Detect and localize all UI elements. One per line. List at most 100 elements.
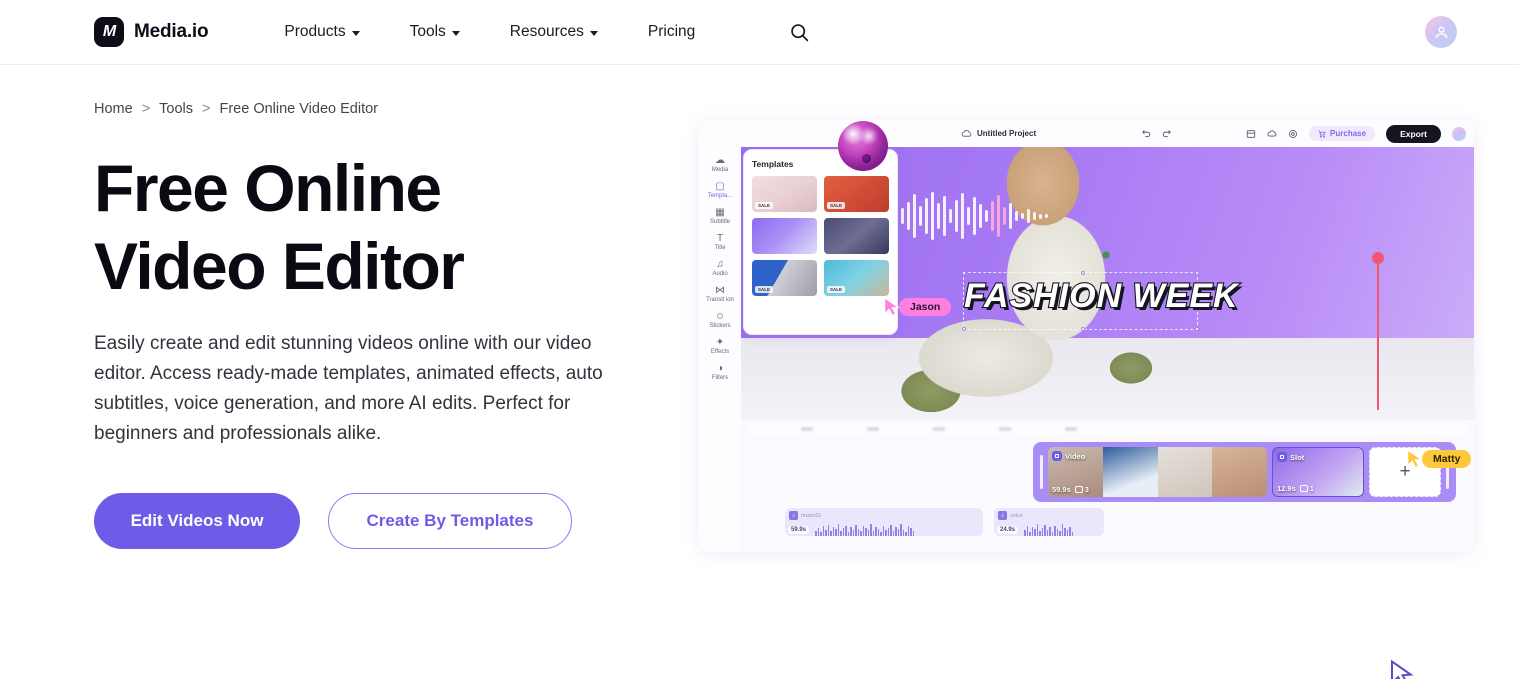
video-clip-icon [1052, 451, 1062, 461]
export-button[interactable]: Export [1386, 124, 1441, 143]
create-by-templates-button[interactable]: Create By Templates [328, 493, 572, 549]
audio-waveform [785, 523, 983, 536]
breadcrumb-item-tools[interactable]: Tools [159, 101, 193, 117]
template-card[interactable]: SALE [752, 260, 817, 296]
rail-item-filters[interactable]: ◑ Filters [699, 359, 741, 385]
nav-label: Products [284, 23, 346, 40]
collaborator-cursor-jason: Jason [881, 295, 952, 319]
undo-icon[interactable] [1141, 128, 1152, 139]
avatar[interactable] [1425, 16, 1457, 48]
purchase-button[interactable]: Purchase [1309, 126, 1376, 141]
timeline-audio-track[interactable]: ♪ music01 59.9s [785, 508, 983, 536]
template-card[interactable] [824, 218, 889, 254]
resize-handle-bottom-right[interactable] [1195, 327, 1199, 331]
brand-logo[interactable]: M Media.io [94, 17, 209, 47]
collaborator-cursor-matty: Matty [1404, 447, 1472, 471]
rail-item-templates[interactable]: ▢ Templa... [699, 177, 741, 203]
editor-timeline: Video 59.9s 3 Slot 12.9s 1 + ♪ music01 5… [741, 420, 1474, 552]
video-editor-mockup: Untitled Project Purchase Export ☁ Media… [699, 120, 1474, 552]
collaborator-name-matty: Matty [1422, 450, 1472, 468]
title-text-icon: T [716, 233, 724, 244]
edit-videos-now-button[interactable]: Edit Videos Now [94, 493, 300, 549]
cloud-sync-icon[interactable] [1267, 129, 1277, 139]
clip-count: 3 [1074, 485, 1089, 494]
rail-item-media[interactable]: ☁ Media [699, 151, 741, 177]
settings-gear-icon[interactable] [1288, 129, 1298, 139]
editor-topbar: Untitled Project Purchase Export [699, 120, 1474, 147]
editor-project[interactable]: Untitled Project [961, 128, 1036, 139]
timeline-playhead[interactable] [1372, 252, 1384, 410]
audio-track-header: ♪ voice [994, 508, 1104, 520]
clip-footer: 59.9s 3 [1052, 485, 1089, 494]
nav-item-tools[interactable]: Tools [410, 15, 460, 49]
rail-item-stickers[interactable]: ☺ Stickers [699, 307, 741, 333]
main-navigation: Products Tools Resources Pricing [284, 15, 810, 49]
nav-item-products[interactable]: Products [284, 15, 360, 49]
hero-left-column: Free Online Video Editor Easily create a… [94, 117, 704, 549]
overlay-text: FASHION WEEK [963, 276, 1239, 316]
template-card[interactable] [752, 218, 817, 254]
timeline-clip-slot[interactable]: Slot 12.9s 1 [1272, 447, 1364, 497]
clip-badge: Slot [1277, 452, 1304, 462]
timeline-video-track: Video 59.9s 3 Slot 12.9s 1 + [1033, 442, 1456, 502]
rail-item-audio[interactable]: ♫ Audio [699, 255, 741, 281]
timeline-audio-track[interactable]: ♪ voice 24.9s [994, 508, 1104, 536]
ruler-tick [933, 427, 945, 431]
hero-title-line2: Video Editor [94, 229, 465, 303]
brand-name: Media.io [134, 21, 209, 42]
project-name: Untitled Project [977, 129, 1037, 138]
clip-label: Video [1065, 451, 1086, 461]
template-tag: SALE [755, 202, 774, 209]
rail-label: Title [714, 245, 726, 251]
breadcrumb-item-home[interactable]: Home [94, 101, 133, 117]
breadcrumb-separator: > [141, 101, 151, 117]
rail-label: Transit ion [706, 297, 734, 303]
clip-count: 1 [1299, 484, 1314, 493]
breadcrumb-item-current: Free Online Video Editor [219, 101, 379, 117]
sticker-smiley-icon: ☺ [714, 311, 726, 322]
timeline-ruler[interactable] [747, 422, 1468, 436]
ruler-tick [867, 427, 879, 431]
effects-sparkle-icon: ✦ [715, 337, 725, 348]
fashion-week-text-element[interactable]: FASHION WEEK [962, 271, 1239, 331]
audio-track-name: music01 [801, 512, 822, 519]
audio-track-header: ♪ music01 [785, 508, 983, 520]
templates-icon: ▢ [715, 181, 725, 192]
rail-item-effects[interactable]: ✦ Effects [699, 333, 741, 359]
nav-label: Tools [409, 23, 446, 40]
resize-handle-top-mid[interactable] [1080, 271, 1085, 275]
rail-item-transition[interactable]: ⋈ Transit ion [699, 281, 741, 307]
template-card[interactable]: SALE [824, 260, 889, 296]
track-handle-left[interactable] [1040, 455, 1043, 489]
audio-track-duration: 59.9s [788, 526, 810, 534]
rail-item-title[interactable]: T Title [699, 229, 741, 255]
cloud-upload-icon: ☁ [715, 155, 725, 166]
editor-topbar-tools: Purchase Export [1246, 124, 1466, 143]
playhead-handle[interactable] [1372, 252, 1384, 266]
resize-handle-top-right[interactable] [1195, 271, 1199, 275]
clip-badge: Video [1052, 451, 1085, 461]
search-button[interactable] [789, 22, 810, 43]
template-card[interactable]: SALE [824, 176, 889, 212]
layout-icon[interactable] [1246, 129, 1256, 139]
template-card[interactable]: SALE [752, 176, 817, 212]
template-tag: SALE [827, 202, 846, 209]
nav-item-resources[interactable]: Resources [510, 15, 598, 49]
editor-avatar-icon[interactable] [1452, 126, 1466, 141]
ruler-tick [999, 427, 1011, 431]
resize-handle-top-left[interactable] [962, 271, 966, 275]
cloud-icon [961, 129, 972, 137]
redo-icon[interactable] [1161, 128, 1172, 139]
nav-item-pricing[interactable]: Pricing [648, 15, 695, 49]
subtitle-icon: ▦ [715, 207, 725, 218]
cart-icon [1318, 130, 1326, 138]
resize-handle-bottom-left[interactable] [962, 327, 966, 331]
timeline-clip-video[interactable]: Video 59.9s 3 [1048, 447, 1267, 497]
rail-item-subtitle[interactable]: ▦ Subtitle [699, 203, 741, 229]
templates-panel: Templates SALE SALE SALE SALE [743, 149, 898, 335]
ruler-tick [801, 427, 813, 431]
collaborator-name-jason: Jason [899, 298, 952, 316]
purchase-label: Purchase [1330, 129, 1367, 138]
resize-handle-bottom-mid[interactable] [1080, 327, 1085, 331]
hero-subtitle: Easily create and edit stunning videos o… [94, 333, 603, 444]
